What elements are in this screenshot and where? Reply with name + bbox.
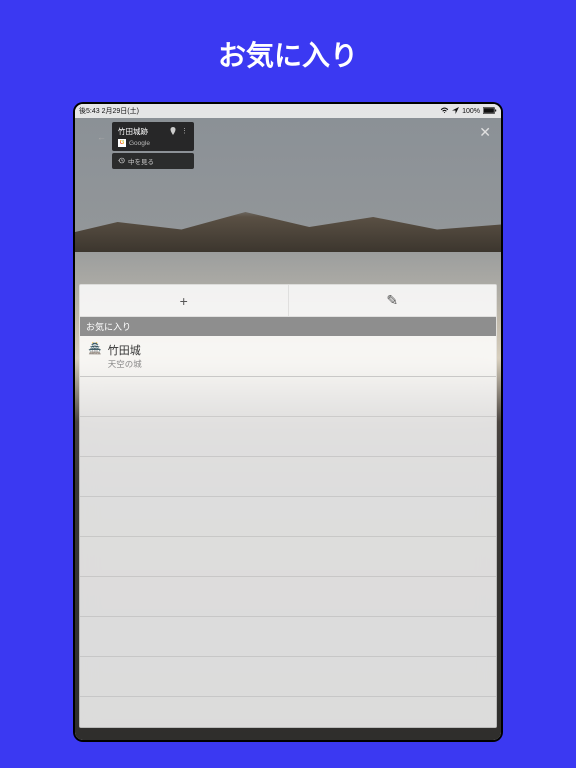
streetview-provider: Google xyxy=(129,140,150,147)
favorites-sheet: + ✎ お気に入り 🏯 竹田城 天空の城 xyxy=(79,284,497,728)
list-item-empty xyxy=(80,417,496,457)
castle-icon: 🏯 xyxy=(88,342,102,356)
device-frame: 後5:43 2月29日(土) 100% ← xyxy=(73,102,503,742)
list-item[interactable]: 🏯 竹田城 天空の城 xyxy=(80,336,496,377)
battery-icon xyxy=(483,107,497,116)
list-item-empty xyxy=(80,617,496,657)
plus-icon: + xyxy=(180,293,188,309)
status-date: 2月29日(土) xyxy=(102,106,139,116)
device-screen: 後5:43 2月29日(土) 100% ← xyxy=(75,104,501,740)
history-icon xyxy=(118,157,125,166)
add-button[interactable]: + xyxy=(80,285,288,316)
wifi-icon xyxy=(440,107,449,116)
google-logo-icon xyxy=(118,139,126,147)
favorites-section-header: お気に入り xyxy=(80,317,496,336)
favorites-list[interactable]: 🏯 竹田城 天空の城 xyxy=(80,336,496,727)
back-arrow[interactable]: ← xyxy=(95,130,108,144)
favorite-title: 竹田城 xyxy=(108,342,142,358)
edit-button[interactable]: ✎ xyxy=(288,285,497,316)
streetview-place-name: 竹田城跡 xyxy=(118,126,148,137)
page-title: お気に入り xyxy=(0,0,576,102)
list-item-empty xyxy=(80,657,496,697)
streetview-sub-action[interactable]: 中を見る xyxy=(112,153,194,169)
list-item-empty xyxy=(80,457,496,497)
streetview-sub-action-label: 中を見る xyxy=(128,156,154,166)
list-item-empty xyxy=(80,577,496,617)
favorites-toolbar: + ✎ xyxy=(80,285,496,317)
list-item-empty xyxy=(80,497,496,537)
list-item-empty xyxy=(80,537,496,577)
battery-percent: 100% xyxy=(462,108,480,115)
status-time: 後5:43 xyxy=(79,106,100,116)
map-attribution-bar xyxy=(75,730,501,738)
streetview-info-card[interactable]: 竹田城跡 ⋮ Google xyxy=(112,122,194,151)
list-item-empty xyxy=(80,377,496,417)
favorite-subtitle: 天空の城 xyxy=(108,358,142,370)
status-bar: 後5:43 2月29日(土) 100% xyxy=(75,104,501,118)
kebab-icon[interactable]: ⋮ xyxy=(181,127,188,137)
close-icon[interactable]: ✕ xyxy=(479,124,491,141)
location-icon xyxy=(452,107,459,116)
pin-icon[interactable] xyxy=(170,127,176,137)
pencil-icon: ✎ xyxy=(386,292,398,309)
